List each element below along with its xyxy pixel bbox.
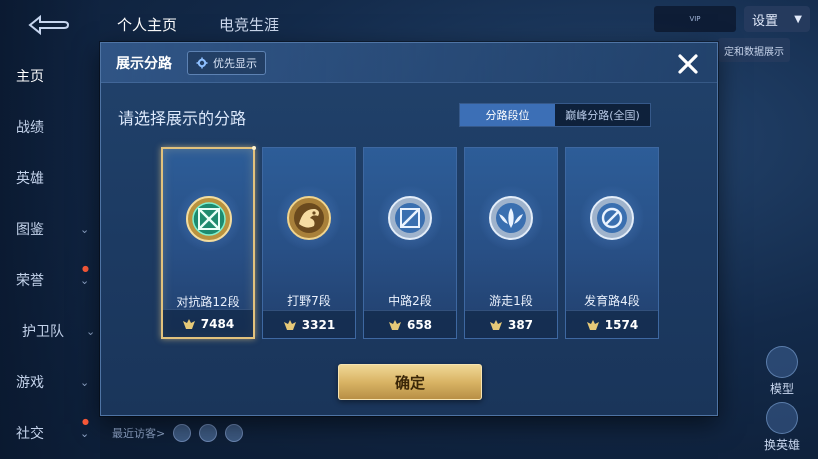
model-button[interactable]: 模型 [760, 346, 804, 397]
vip-badge[interactable]: VIP [654, 6, 736, 32]
score-footer: 387 [465, 310, 557, 338]
switch-hero-label: 换英雄 [763, 438, 800, 452]
rank-name: 中路2段 [388, 294, 432, 308]
close-button[interactable] [673, 49, 703, 79]
nav-item-guard[interactable]: 护卫队 ⌄ [22, 317, 102, 345]
rank-name: 打野7段 [287, 294, 331, 308]
top-tabs: 个人主页 电竞生涯 [117, 14, 279, 35]
peak-score-icon [489, 319, 502, 330]
tab-lane-rank[interactable]: 分路段位 [460, 104, 555, 126]
chevron-down-icon: ⌄ [80, 426, 90, 440]
model-icon [766, 346, 798, 378]
nav-item-games[interactable]: 游戏 ⌄ [16, 368, 96, 396]
rank-name: 发育路4段 [584, 294, 640, 308]
nav-item-record[interactable]: 战绩 [16, 113, 96, 141]
lane-card-mid[interactable]: 中路2段 658 [363, 147, 457, 339]
recent-visitors[interactable]: 最近访客> [112, 424, 244, 442]
settings-button[interactable]: 设置 ▼ [744, 6, 810, 32]
nav-label: 荣誉 [16, 273, 44, 289]
dialog-subtitle: 请选择展示的分路 [118, 109, 247, 128]
tab-profile[interactable]: 个人主页 [117, 14, 177, 35]
switch-hero-icon [766, 402, 798, 434]
nav-label: 社交 [16, 426, 44, 442]
score-footer: 658 [364, 310, 456, 338]
rank-name: 游走1段 [489, 294, 533, 308]
score-value: 1574 [604, 317, 639, 332]
sparkle-icon [252, 146, 256, 150]
clash-lane-icon [186, 196, 232, 242]
nav-item-honor[interactable]: 荣誉 ● ⌄ [16, 264, 96, 294]
nav-label: 护卫队 [22, 324, 64, 340]
score-value: 7484 [200, 316, 235, 331]
nav-item-home[interactable]: 主页 [16, 62, 96, 90]
nav-item-social[interactable]: 社交 ● ⌄ [16, 417, 96, 447]
jungle-icon [287, 196, 331, 240]
nav-item-heroes[interactable]: 英雄 [16, 164, 96, 192]
display-strip[interactable]: 定和数据展示 [718, 38, 790, 62]
lane-cards: 对抗路12段 7484 打野7段 3321 中路2段 658 游走1段 387 … [161, 146, 659, 339]
avatar[interactable] [225, 424, 244, 442]
mid-lane-icon [388, 196, 432, 240]
lane-card-jungle[interactable]: 打野7段 3321 [262, 147, 356, 339]
lane-card-clash[interactable]: 对抗路12段 7484 [161, 146, 256, 339]
nav-label: 图鉴 [16, 222, 44, 238]
score-footer: 7484 [163, 309, 253, 337]
peak-score-icon [388, 319, 401, 330]
peak-score-icon [586, 319, 599, 330]
dialog-title: 展示分路 [116, 56, 172, 72]
lane-tab-switch: 分路段位 巅峰分路(全国) [459, 103, 651, 127]
avatar[interactable] [199, 424, 218, 442]
switch-hero-button[interactable]: 换英雄 [760, 402, 804, 453]
priority-label: 优先显示 [213, 57, 257, 70]
chevron-down-icon: ▼ [794, 13, 802, 25]
score-value: 658 [406, 317, 433, 332]
roam-icon [489, 196, 533, 240]
farm-lane-icon [590, 196, 634, 240]
new-dot-icon: ● [82, 264, 89, 273]
close-icon [678, 54, 698, 74]
nav-label: 主页 [16, 69, 44, 85]
score-value: 387 [507, 317, 534, 332]
nav-item-handbook[interactable]: 图鉴 ⌄ [16, 215, 96, 243]
nav-label: 英雄 [16, 171, 44, 187]
settings-label: 设置 [752, 13, 779, 29]
back-arrow-icon[interactable] [26, 14, 70, 36]
lane-card-farm[interactable]: 发育路4段 1574 [565, 147, 659, 339]
priority-display-button[interactable]: 优先显示 [187, 51, 266, 75]
lane-card-roam[interactable]: 游走1段 387 [464, 147, 558, 339]
rank-name: 对抗路12段 [176, 295, 240, 309]
tab-peak-lane[interactable]: 巅峰分路(全国) [555, 104, 650, 126]
score-value: 3321 [301, 317, 336, 332]
model-label: 模型 [769, 382, 794, 396]
chevron-down-icon: ⌄ [86, 324, 96, 338]
score-footer: 1574 [566, 310, 658, 338]
gear-icon [196, 57, 208, 69]
new-dot-icon: ● [82, 417, 89, 426]
peak-score-icon [283, 319, 296, 330]
nav-label: 游戏 [16, 375, 44, 391]
side-nav: 主页 战绩 英雄 图鉴 ⌄ 荣誉 ● ⌄ 护卫队 ⌄ 游戏 ⌄ 社交 ● ⌄ [0, 0, 100, 459]
lane-display-dialog: 展示分路 优先显示 请选择展示的分路 分路段位 巅峰分路(全国) 对抗路12段 … [100, 42, 718, 416]
score-footer: 3321 [263, 310, 355, 338]
confirm-button[interactable]: 确定 [338, 364, 482, 400]
nav-label: 战绩 [16, 120, 44, 136]
strip-text: 定和数据展示 [724, 46, 784, 58]
avatar[interactable] [173, 424, 192, 442]
dialog-header: 展示分路 优先显示 [101, 43, 717, 83]
tab-esports[interactable]: 电竞生涯 [219, 14, 279, 35]
chevron-down-icon: ⌄ [80, 222, 90, 236]
peak-score-icon [182, 318, 195, 329]
recent-visitors-label: 最近访客> [112, 427, 166, 440]
header-right: VIP 设置 ▼ [654, 6, 810, 32]
chevron-down-icon: ⌄ [80, 375, 90, 389]
chevron-down-icon: ⌄ [80, 273, 90, 287]
